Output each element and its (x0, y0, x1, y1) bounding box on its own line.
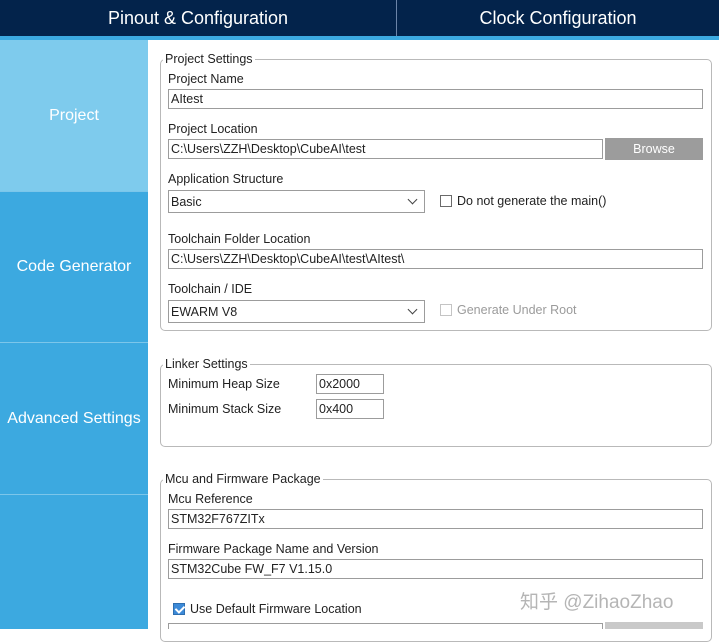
linker-settings-legend: Linker Settings (165, 357, 248, 371)
generate-under-root-label: Generate Under Root (457, 303, 577, 317)
use-default-firmware-location-checkbox[interactable]: Use Default Firmware Location (173, 602, 362, 616)
sidebar: Project Code Generator Advanced Settings (0, 40, 148, 629)
mcu-firmware-legend: Mcu and Firmware Package (165, 472, 321, 486)
checkbox-checked-icon (173, 603, 185, 615)
sidebar-item-code-generator[interactable]: Code Generator (0, 192, 148, 343)
toolchain-ide-select[interactable]: EWARM V8 (168, 300, 425, 323)
watermark-text: 知乎 @ZihaoZhao (520, 592, 674, 613)
do-not-generate-main-checkbox[interactable]: Do not generate the main() (440, 194, 606, 208)
toolchain-folder-input[interactable]: C:\Users\ZZH\Desktop\CubeAI\test\AItest\ (168, 249, 703, 269)
firmware-location-browse-button[interactable] (605, 622, 703, 629)
chevron-down-icon (407, 194, 418, 205)
project-name-input[interactable]: AItest (168, 89, 703, 109)
main-panel: Project Settings Project Name AItest Pro… (148, 40, 719, 642)
sidebar-item-advanced-settings[interactable]: Advanced Settings (0, 343, 148, 495)
project-location-input[interactable]: C:\Users\ZZH\Desktop\CubeAI\test (168, 139, 603, 159)
min-heap-size-input[interactable]: 0x2000 (316, 374, 384, 394)
sidebar-item-empty[interactable] (0, 495, 148, 629)
checkbox-box (440, 195, 452, 207)
chevron-down-icon (407, 304, 418, 315)
top-tab-bar: Pinout & Configuration Clock Configurati… (0, 0, 719, 36)
toolchain-ide-label: Toolchain / IDE (168, 282, 253, 296)
do-not-generate-main-label: Do not generate the main() (457, 194, 607, 208)
project-location-label: Project Location (168, 122, 258, 136)
browse-button[interactable]: Browse (605, 138, 703, 160)
tab-pinout-configuration[interactable]: Pinout & Configuration (0, 0, 397, 36)
project-name-label: Project Name (168, 72, 244, 86)
project-settings-legend: Project Settings (165, 52, 253, 66)
tab-clock-configuration[interactable]: Clock Configuration (397, 0, 719, 36)
application-structure-select[interactable]: Basic (168, 190, 425, 213)
firmware-location-input[interactable] (168, 623, 603, 629)
firmware-package-label: Firmware Package Name and Version (168, 542, 379, 556)
min-heap-size-label: Minimum Heap Size (168, 377, 280, 391)
min-stack-size-label: Minimum Stack Size (168, 402, 282, 416)
application-structure-label: Application Structure (168, 172, 284, 186)
application-structure-value: Basic (171, 194, 202, 209)
sidebar-item-project[interactable]: Project (0, 40, 148, 192)
toolchain-ide-value: EWARM V8 (171, 304, 238, 319)
mcu-reference-input[interactable]: STM32F767ZITx (168, 509, 703, 529)
firmware-package-input[interactable]: STM32Cube FW_F7 V1.15.0 (168, 559, 703, 579)
checkbox-box (440, 304, 452, 316)
min-stack-size-input[interactable]: 0x400 (316, 399, 384, 419)
use-default-firmware-location-label: Use Default Firmware Location (190, 602, 362, 616)
toolchain-folder-label: Toolchain Folder Location (168, 232, 311, 246)
generate-under-root-checkbox[interactable]: Generate Under Root (440, 303, 577, 317)
mcu-reference-label: Mcu Reference (168, 492, 253, 506)
